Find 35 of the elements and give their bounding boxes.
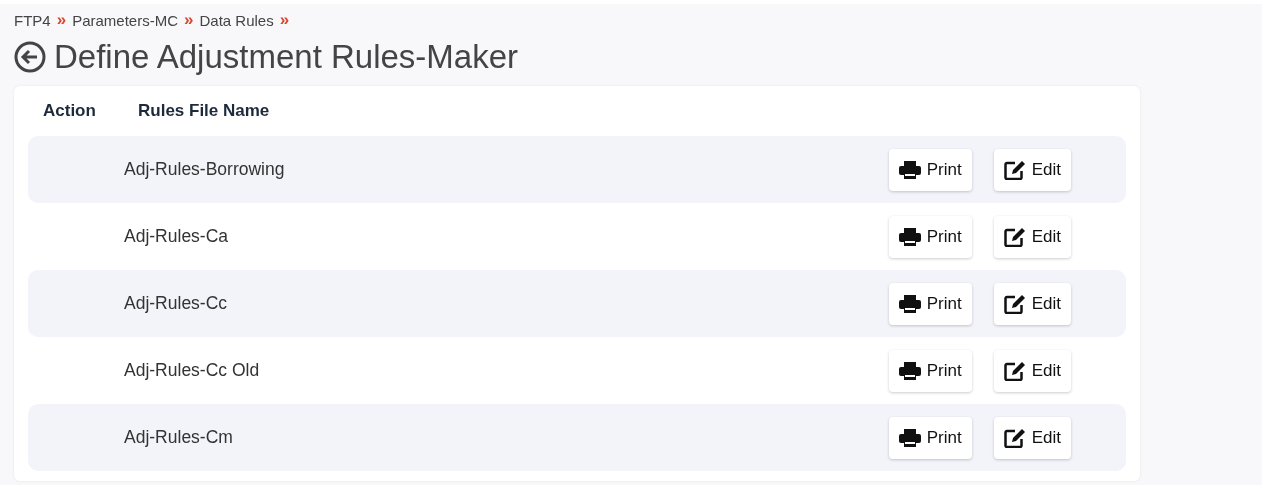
print-button[interactable]: Print — [888, 416, 972, 459]
edit-icon — [1003, 226, 1026, 247]
edit-button[interactable]: Edit — [993, 416, 1071, 459]
file-name: Adj-Rules-Cm — [124, 427, 234, 448]
edit-button[interactable]: Edit — [993, 148, 1071, 191]
column-header: Rules File Name — [138, 101, 270, 121]
edit-icon — [1003, 293, 1026, 314]
file-name: Adj-Rules-Ca — [124, 226, 230, 247]
file-name: Adj-Rules-Borrowing — [124, 159, 286, 180]
page-title: Define Adjustment Rules-Maker — [54, 38, 519, 76]
printer-icon — [898, 428, 921, 447]
breadcrumb-link[interactable]: Parameters-MC — [72, 11, 178, 29]
file-name: Adj-Rules-Cc Old — [124, 360, 261, 381]
edit-button[interactable]: Edit — [993, 282, 1071, 325]
file-name: Adj-Rules-Cc — [124, 293, 229, 314]
edit-button[interactable]: Edit — [993, 215, 1071, 258]
printer-icon — [898, 294, 921, 313]
edit-button[interactable]: Edit — [993, 349, 1071, 392]
edit-icon — [1003, 159, 1026, 180]
breadcrumb-separator: » — [184, 10, 194, 30]
edit-icon — [1003, 360, 1026, 381]
printer-icon — [898, 361, 921, 380]
breadcrumb-link[interactable]: FTP4 — [14, 11, 51, 29]
print-button[interactable]: Print — [888, 148, 972, 191]
column-header: Action — [42, 101, 97, 121]
print-button[interactable]: Print — [888, 215, 972, 258]
breadcrumb-separator: » — [279, 10, 290, 30]
printer-icon — [898, 227, 921, 246]
print-button[interactable]: Print — [888, 349, 972, 392]
edit-icon — [1003, 427, 1026, 448]
print-button[interactable]: Print — [888, 282, 972, 325]
breadcrumb-link[interactable]: Data Rules — [199, 11, 274, 29]
back-icon[interactable] — [14, 41, 46, 73]
printer-icon — [898, 160, 921, 179]
breadcrumb-separator: » — [56, 10, 67, 30]
